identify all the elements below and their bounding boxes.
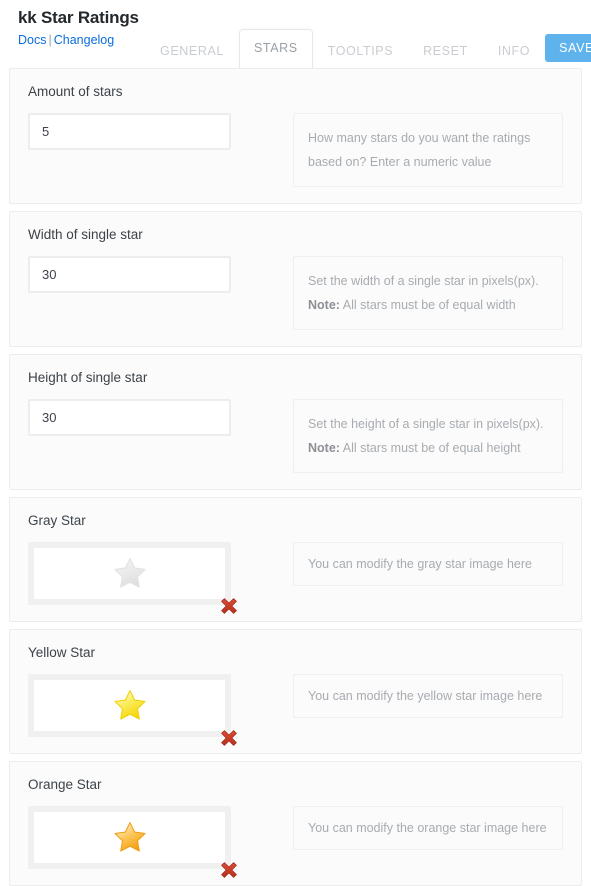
description-column: How many stars do you want the ratings b… bbox=[293, 113, 563, 187]
star-icon bbox=[114, 690, 145, 720]
setting-body: Set the height of a single star in pixel… bbox=[28, 399, 563, 473]
tab-general[interactable]: GENERAL bbox=[145, 35, 239, 68]
note-label: Note: bbox=[308, 441, 340, 455]
description-column: You can modify the yellow star image her… bbox=[293, 674, 563, 718]
description-line-2: based on? Enter a numeric value bbox=[308, 155, 492, 169]
gray-star-preview[interactable] bbox=[28, 542, 231, 605]
image-preview-wrapper bbox=[28, 542, 237, 614]
description-line-1: Set the width of a single star in pixels… bbox=[308, 274, 539, 288]
setting-description: How many stars do you want the ratings b… bbox=[293, 113, 563, 187]
setting-label: Yellow Star bbox=[28, 645, 96, 660]
note-label: Note: bbox=[308, 298, 340, 312]
description-column: Set the width of a single star in pixels… bbox=[293, 256, 563, 330]
tab-tooltips[interactable]: TOOLTIPS bbox=[313, 35, 408, 68]
plugin-header: kk Star Ratings Docs | Changelog GENERAL S… bbox=[0, 0, 591, 68]
brand-block: kk Star Ratings Docs | Changelog bbox=[18, 8, 139, 49]
field-column bbox=[28, 674, 237, 746]
orange-star-preview[interactable] bbox=[28, 806, 231, 869]
setting-body: You can modify the gray star image here bbox=[28, 542, 563, 614]
setting-width-of-single-star: Width of single star Set the width of a … bbox=[9, 211, 582, 347]
image-preview-wrapper bbox=[28, 806, 237, 878]
description-line-1: You can modify the yellow star image her… bbox=[308, 689, 543, 703]
header-links: Docs | Changelog bbox=[18, 32, 139, 49]
tab-bar: GENERAL STARS TOOLTIPS RESET INFO SAVE bbox=[145, 24, 591, 68]
settings-content: Amount of stars How many stars do you wa… bbox=[0, 68, 591, 886]
note-text: All stars must be of equal width bbox=[339, 298, 516, 312]
setting-gray-star: Gray Star You can modify the gray star i… bbox=[9, 497, 582, 622]
field-column bbox=[28, 399, 231, 436]
setting-height-of-single-star: Height of single star Set the height of … bbox=[9, 354, 582, 490]
description-line-1: You can modify the gray star image here bbox=[308, 557, 532, 571]
setting-amount-of-stars: Amount of stars How many stars do you wa… bbox=[9, 68, 582, 204]
width-of-single-star-input[interactable] bbox=[28, 256, 231, 293]
description-column: You can modify the gray star image here bbox=[293, 542, 563, 586]
description-line-1: You can modify the orange star image her… bbox=[308, 821, 547, 835]
setting-description: Set the height of a single star in pixel… bbox=[293, 399, 563, 473]
description-line-1: How many stars do you want the ratings bbox=[308, 131, 531, 145]
remove-image-icon[interactable] bbox=[219, 596, 239, 616]
tab-stars[interactable]: STARS bbox=[238, 29, 313, 68]
setting-label: Amount of stars bbox=[28, 84, 123, 99]
amount-of-stars-input[interactable] bbox=[28, 113, 231, 150]
setting-body: Set the width of a single star in pixels… bbox=[28, 256, 563, 330]
remove-image-icon[interactable] bbox=[219, 728, 239, 748]
setting-description: You can modify the yellow star image her… bbox=[293, 674, 563, 718]
link-separator: | bbox=[48, 33, 52, 47]
save-button[interactable]: SAVE bbox=[545, 34, 591, 62]
setting-label: Width of single star bbox=[28, 227, 143, 242]
yellow-star-preview[interactable] bbox=[28, 674, 231, 737]
remove-image-icon[interactable] bbox=[219, 860, 239, 880]
setting-label: Orange Star bbox=[28, 777, 102, 792]
description-note: Note: All stars must be of equal width bbox=[308, 293, 548, 317]
setting-label: Gray Star bbox=[28, 513, 86, 528]
description-note: Note: All stars must be of equal height bbox=[308, 436, 548, 460]
setting-yellow-star: Yellow Star You can modify the yellow st… bbox=[9, 629, 582, 754]
field-column bbox=[28, 806, 237, 878]
tab-info[interactable]: INFO bbox=[483, 35, 545, 68]
changelog-link[interactable]: Changelog bbox=[54, 33, 114, 47]
setting-body: How many stars do you want the ratings b… bbox=[28, 113, 563, 187]
setting-description: Set the width of a single star in pixels… bbox=[293, 256, 563, 330]
page-title: kk Star Ratings bbox=[18, 8, 139, 27]
field-column bbox=[28, 113, 231, 150]
field-column bbox=[28, 542, 237, 614]
note-text: All stars must be of equal height bbox=[339, 441, 521, 455]
setting-orange-star: Orange Star You can modify the orange st… bbox=[9, 761, 582, 886]
description-line-1: Set the height of a single star in pixel… bbox=[308, 417, 544, 431]
setting-description: You can modify the gray star image here bbox=[293, 542, 563, 586]
description-column: You can modify the orange star image her… bbox=[293, 806, 563, 850]
field-column bbox=[28, 256, 231, 293]
docs-link[interactable]: Docs bbox=[18, 33, 46, 47]
description-column: Set the height of a single star in pixel… bbox=[293, 399, 563, 473]
tab-reset[interactable]: RESET bbox=[408, 35, 483, 68]
height-of-single-star-input[interactable] bbox=[28, 399, 231, 436]
setting-description: You can modify the orange star image her… bbox=[293, 806, 563, 850]
star-icon bbox=[114, 822, 145, 852]
setting-body: You can modify the orange star image her… bbox=[28, 806, 563, 878]
setting-label: Height of single star bbox=[28, 370, 148, 385]
star-icon bbox=[113, 558, 146, 588]
image-preview-wrapper bbox=[28, 674, 237, 746]
setting-body: You can modify the yellow star image her… bbox=[28, 674, 563, 746]
